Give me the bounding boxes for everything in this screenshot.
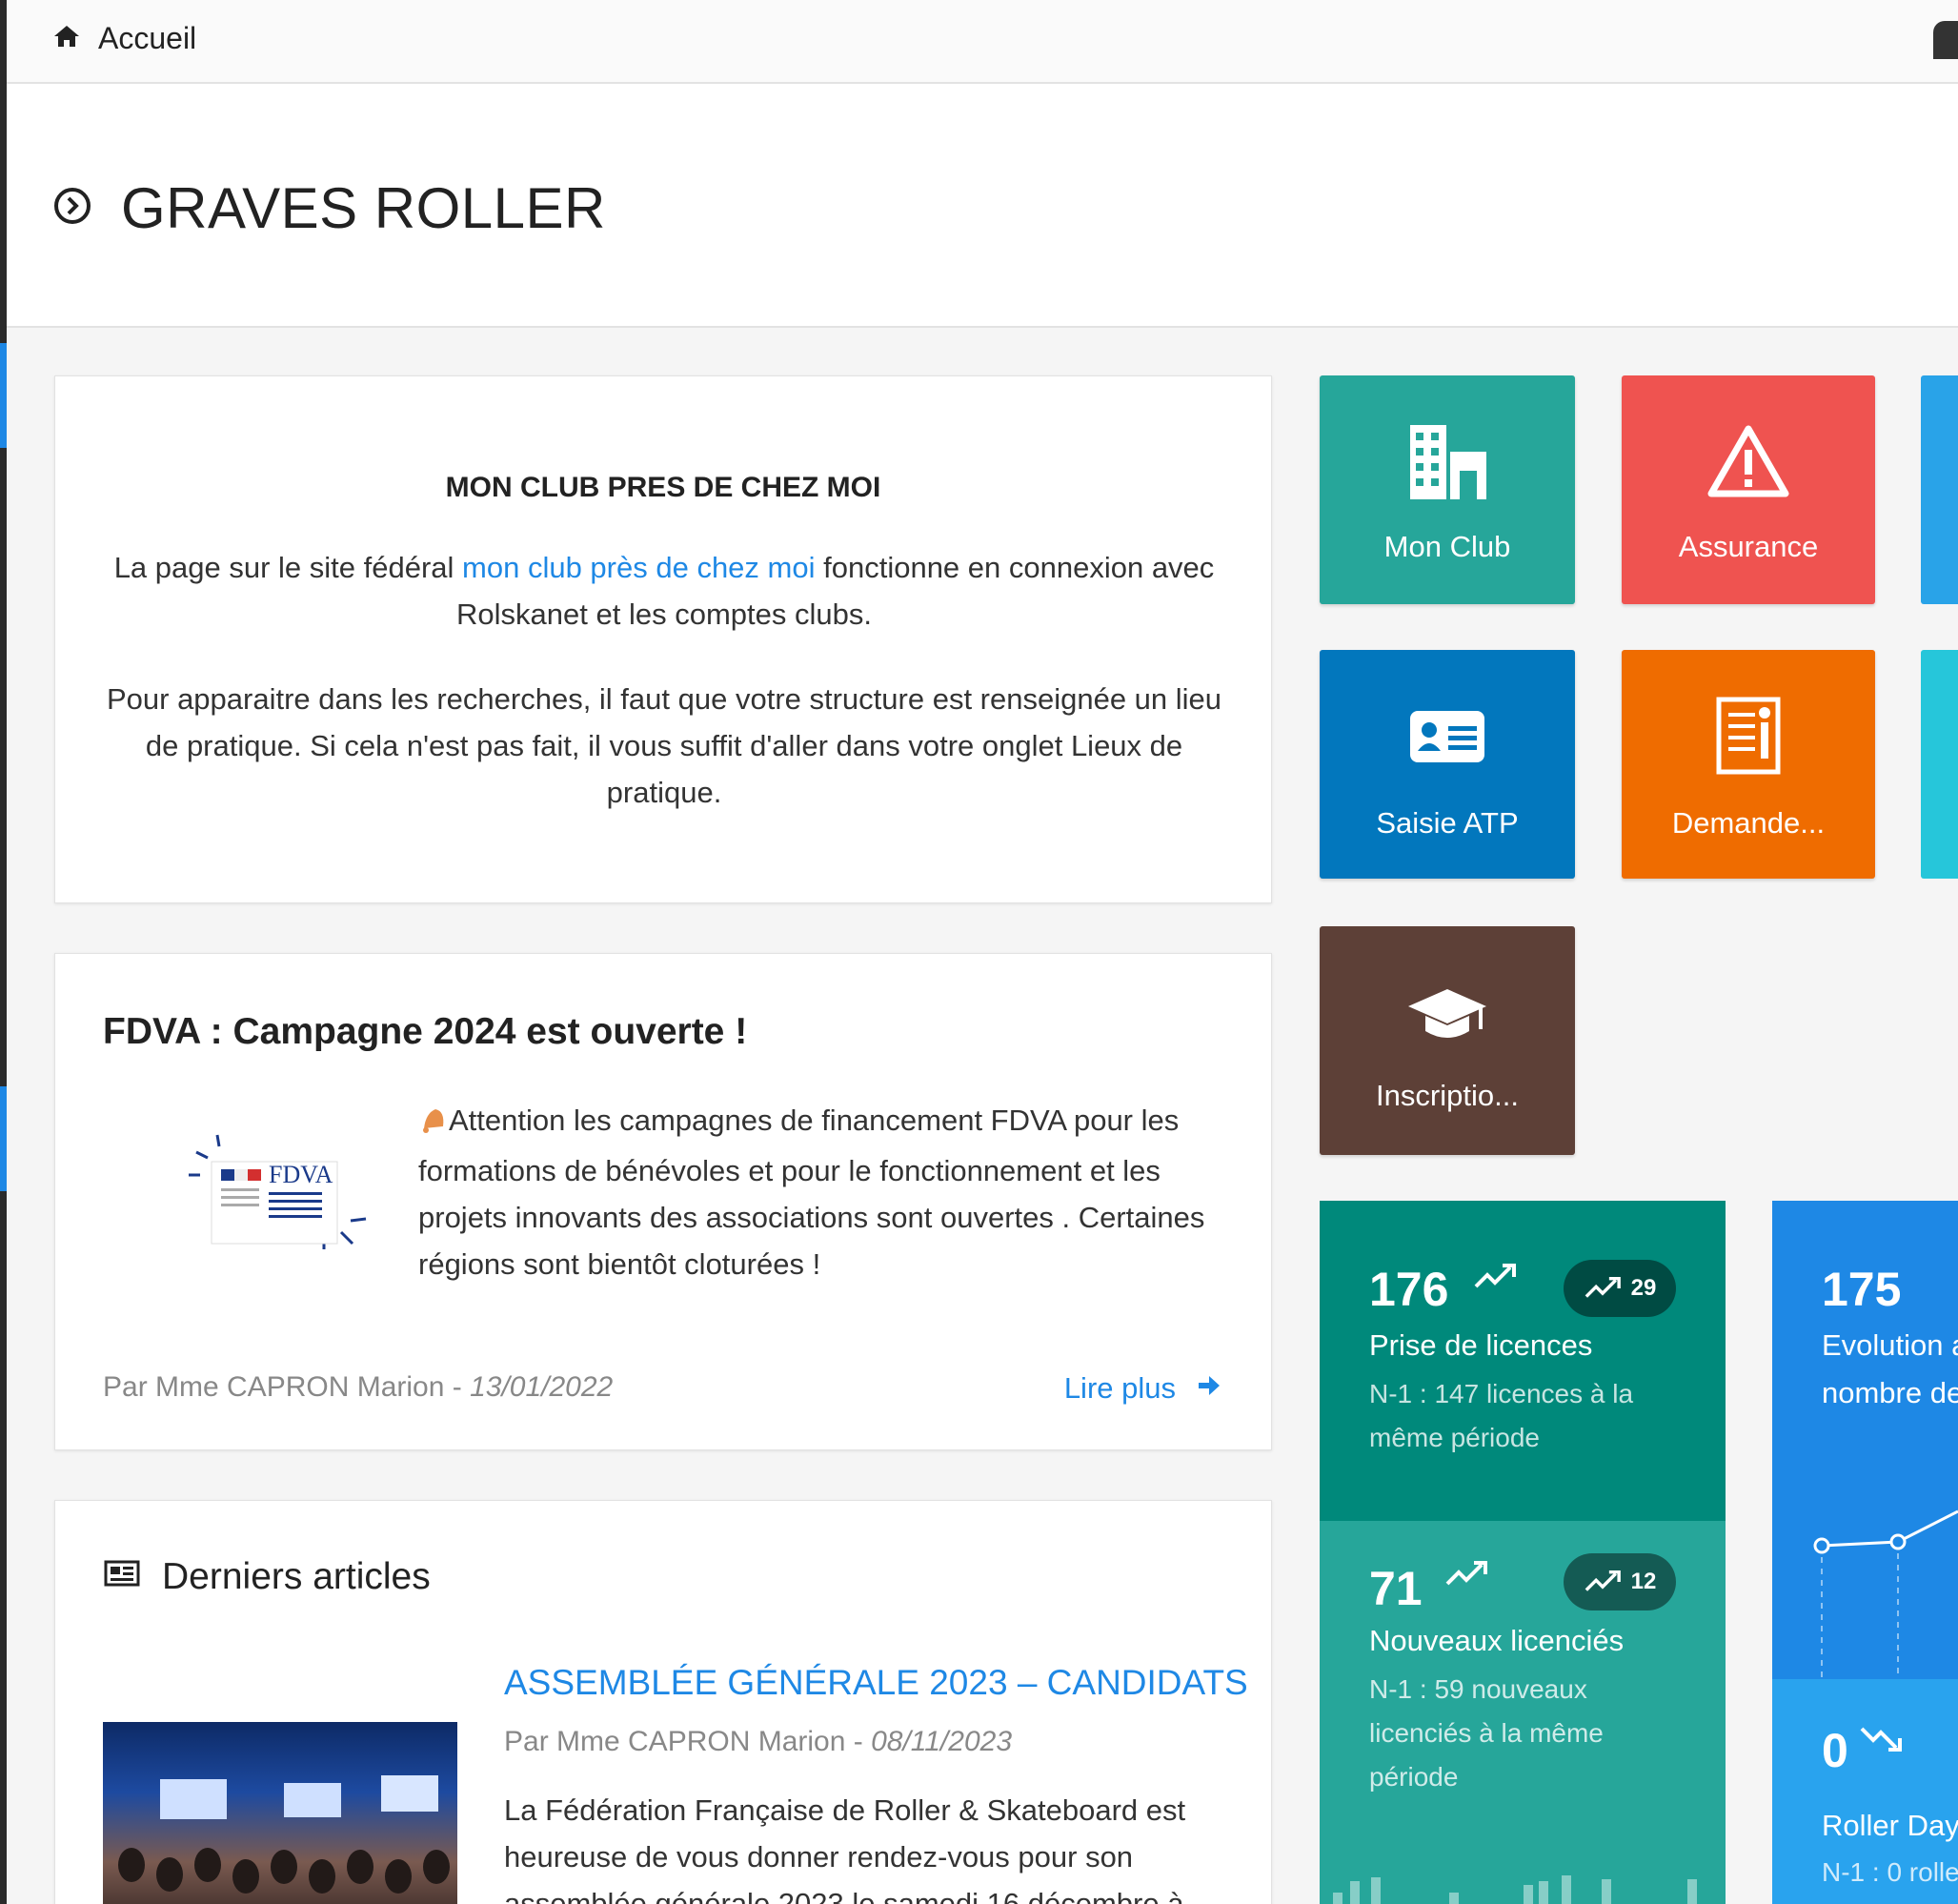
document-icon bbox=[1715, 696, 1782, 780]
info-card-paragraph: La page sur le site fédéral mon club prè… bbox=[103, 544, 1225, 638]
id-card-icon bbox=[1408, 709, 1486, 769]
article-title-link[interactable]: ASSEMBLÉE GÉNÉRALE 2023 – CANDIDATS bbox=[504, 1663, 1248, 1703]
bell-icon bbox=[418, 1101, 449, 1147]
articles-heading-text: Derniers articles bbox=[162, 1556, 431, 1597]
new-licensed-label: Nouveaux licenciés bbox=[1369, 1624, 1625, 1657]
licences-value: 176 bbox=[1369, 1263, 1449, 1316]
stat-card-licences[interactable]: 176 29 Prise de licences N-1 : 147 licen… bbox=[1320, 1201, 1726, 1521]
trend-up-icon bbox=[1474, 1264, 1516, 1295]
new-licensed-trend-badge: 12 bbox=[1564, 1553, 1676, 1610]
meta-separator: - bbox=[845, 1726, 872, 1757]
breadcrumb-home-label: Accueil bbox=[98, 21, 197, 55]
sidebar-active-marker bbox=[0, 343, 7, 448]
article-meta: Par Mme CAPRON Marion - 08/11/2023 bbox=[504, 1726, 1012, 1758]
page-title: GRAVES ROLLER bbox=[52, 175, 606, 241]
latest-articles-card: Derniers articles ASSEMBLÉE GÉNÉRALE 202… bbox=[54, 1500, 1272, 1904]
newspaper-icon bbox=[103, 1556, 141, 1598]
stat-card-new-licensed[interactable]: 71 12 Nouveaux licenciés N-1 : 59 nouvea… bbox=[1320, 1521, 1726, 1904]
news-date: 13/01/2022 bbox=[470, 1371, 614, 1403]
tile-saisie-atp[interactable]: Saisie ATP bbox=[1320, 650, 1575, 879]
news-body-text: Attention les campagnes de financement F… bbox=[418, 1104, 1205, 1281]
licences-label: Prise de licences bbox=[1369, 1328, 1593, 1362]
sidebar-active-marker bbox=[0, 1086, 7, 1191]
article-thumbnail[interactable] bbox=[103, 1722, 457, 1904]
tile-inscription[interactable]: Inscriptio... bbox=[1320, 926, 1575, 1155]
evolution-label: Evolution a bbox=[1822, 1328, 1958, 1362]
article-excerpt: La Fédération Française de Roller & Skat… bbox=[504, 1793, 1186, 1904]
tile-label: Mon Club bbox=[1383, 530, 1511, 563]
trend-up-icon bbox=[1585, 1570, 1621, 1591]
warning-icon bbox=[1707, 423, 1789, 504]
tile-label: Saisie ATP bbox=[1376, 806, 1519, 840]
read-more-label: Lire plus bbox=[1063, 1371, 1176, 1405]
page-header: GRAVES ROLLER bbox=[7, 84, 1958, 328]
user-icon[interactable] bbox=[1933, 21, 1958, 59]
page-title-text: GRAVES ROLLER bbox=[121, 176, 606, 240]
left-sidebar-strip bbox=[0, 0, 7, 1904]
tile-partial-right[interactable] bbox=[1921, 375, 1958, 604]
info-text: La page sur le site fédéral bbox=[113, 551, 463, 584]
tile-mon-club[interactable]: Mon Club bbox=[1320, 375, 1575, 604]
evolution-sub: nombre de bbox=[1822, 1376, 1958, 1409]
tile-label: Demande... bbox=[1671, 806, 1826, 840]
new-licensed-value: 71 bbox=[1369, 1562, 1423, 1615]
arrow-right-icon bbox=[1197, 1371, 1221, 1406]
tile-label: Inscriptio... bbox=[1376, 1079, 1519, 1112]
mon-club-link[interactable]: mon club près de chez moi bbox=[462, 551, 815, 584]
top-navbar: Accueil bbox=[7, 0, 1958, 84]
graduation-cap-icon bbox=[1406, 985, 1488, 1051]
licences-trend-badge: 29 bbox=[1564, 1260, 1676, 1317]
trend-down-icon bbox=[1860, 1725, 1902, 1756]
licences-sub: N-1 : 147 licences à la même période bbox=[1369, 1379, 1634, 1452]
fdva-logo: FDVA bbox=[179, 1116, 379, 1259]
evolution-value: 175 bbox=[1822, 1263, 1902, 1316]
read-more-link[interactable]: Lire plus bbox=[1064, 1371, 1221, 1406]
mini-bar-chart bbox=[1329, 1874, 1716, 1904]
tile-partial-right[interactable] bbox=[1921, 650, 1958, 879]
article-author: Par Mme CAPRON Marion bbox=[504, 1726, 846, 1757]
new-licensed-sub: N-1 : 59 nouveaux licenciés à la même pé… bbox=[1369, 1674, 1604, 1792]
news-meta: Par Mme CAPRON Marion - 13/01/2022 bbox=[103, 1371, 613, 1404]
mini-line-chart bbox=[1772, 1487, 1958, 1679]
building-icon bbox=[1406, 423, 1488, 506]
news-body: Attention les campagnes de financement F… bbox=[418, 1097, 1238, 1287]
licences-badge-value: 29 bbox=[1630, 1275, 1657, 1301]
articles-heading: Derniers articles bbox=[103, 1556, 431, 1598]
article-date: 08/11/2023 bbox=[871, 1726, 1012, 1757]
circle-chevron-icon bbox=[52, 186, 92, 231]
meta-separator: - bbox=[444, 1371, 471, 1403]
fdva-logo-text: FDVA bbox=[269, 1161, 333, 1188]
news-title: FDVA : Campagne 2024 est ouverte ! bbox=[103, 1011, 748, 1052]
news-card: FDVA : Campagne 2024 est ouverte ! FDVA … bbox=[54, 953, 1272, 1450]
tile-label: Assurance bbox=[1678, 530, 1819, 563]
new-licensed-badge-value: 12 bbox=[1630, 1569, 1657, 1594]
stat-card-roller-day[interactable]: 0 Roller Day N-1 : 0 rolle bbox=[1772, 1679, 1958, 1904]
info-card-paragraph-2: Pour apparaitre dans les recherches, il … bbox=[106, 682, 1222, 809]
tile-demande[interactable]: Demande... bbox=[1622, 650, 1875, 879]
stat-card-evolution[interactable]: 175 Evolution a nombre de bbox=[1772, 1201, 1958, 1679]
tile-assurance[interactable]: Assurance bbox=[1622, 375, 1875, 604]
trend-up-icon bbox=[1585, 1277, 1621, 1298]
home-icon bbox=[52, 24, 81, 53]
mon-club-info-card: MON CLUB PRES DE CHEZ MOI La page sur le… bbox=[54, 375, 1272, 903]
roller-day-value: 0 bbox=[1822, 1724, 1848, 1777]
roller-day-label: Roller Day bbox=[1822, 1809, 1958, 1842]
info-card-title: MON CLUB PRES DE CHEZ MOI bbox=[445, 472, 881, 503]
roller-day-sub: N-1 : 0 rolle bbox=[1822, 1857, 1958, 1887]
breadcrumb-home[interactable]: Accueil bbox=[52, 21, 196, 56]
news-author: Par Mme CAPRON Marion bbox=[103, 1371, 445, 1403]
trend-up-icon bbox=[1445, 1561, 1487, 1592]
